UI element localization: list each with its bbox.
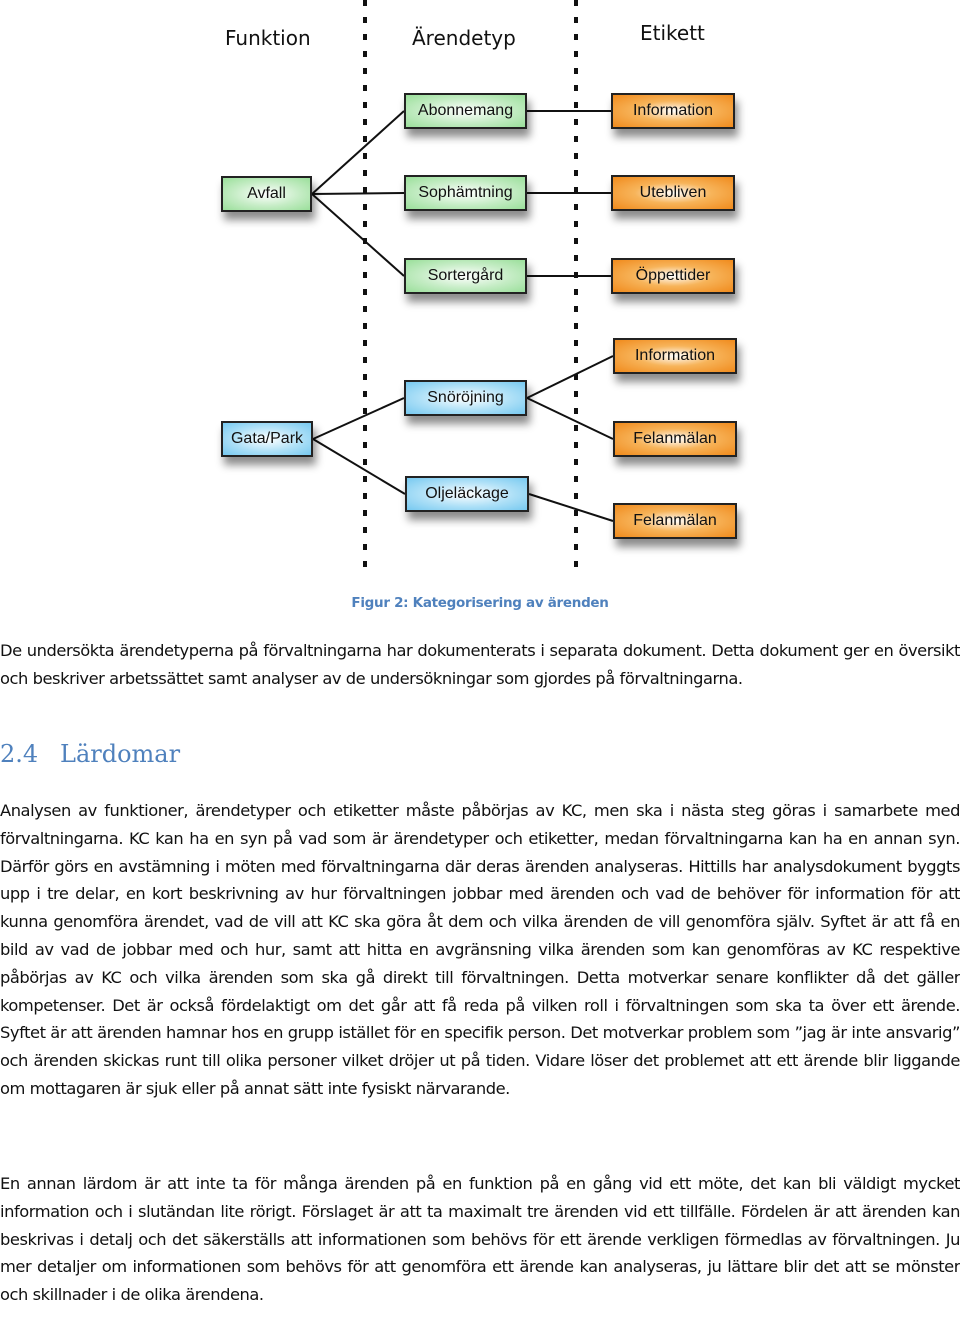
categorization-diagram: Funktion Ärendetyp Etikett Avfall Gata/P… (0, 0, 960, 580)
column-header-etikett: Etikett (640, 21, 705, 45)
section-number: 2.4 (0, 740, 39, 768)
connector-gata-oljelackage (312, 438, 406, 495)
connector-avfall-sophamtning (311, 192, 405, 195)
function-node-avfall: Avfall (221, 176, 312, 212)
type-node-snorojning: Snöröjning (404, 380, 527, 416)
connector-gata-snorojning (312, 397, 405, 440)
label-node-felanmalan-2: Felanmälan (613, 503, 737, 539)
section-heading: 2.4 Lärdomar (0, 740, 180, 768)
function-node-gata-park: Gata/Park (221, 421, 313, 457)
label-node-information-2: Information (613, 338, 737, 374)
type-node-sophamtning: Sophämtning (404, 175, 527, 211)
type-node-oljelackage: Oljeläckage (405, 476, 529, 512)
label-node-information-1: Information (611, 93, 735, 129)
column-header-funktion: Funktion (225, 26, 311, 50)
connector-avfall-sortergard (311, 193, 405, 277)
label-node-felanmalan-1: Felanmälan (613, 421, 737, 457)
label-node-utebliven: Utebliven (611, 175, 735, 211)
connector-avfall-abonnemang (311, 110, 405, 195)
connector-snorojning-l4 (526, 355, 614, 399)
body-paragraph-2: En annan lärdom är att inte ta för många… (0, 1174, 960, 1305)
section-title: Lärdomar (60, 740, 181, 768)
type-node-sortergard: Sortergård (404, 258, 527, 294)
intro-paragraph: De undersökta ärendetyperna på förvaltni… (0, 641, 960, 688)
connector-snorojning-l5 (526, 397, 614, 440)
type-node-abonnemang: Abonnemang (404, 93, 527, 129)
connector-oljelackage-l6 (528, 493, 614, 522)
figure-caption: Figur 2: Kategorisering av ärenden (351, 595, 609, 611)
column-header-arendetyp: Ärendetyp (412, 26, 516, 50)
label-node-oppettider: Öppettider (611, 258, 735, 294)
body-paragraph-1: Analysen av funktioner, ärendetyper och … (0, 801, 960, 1098)
